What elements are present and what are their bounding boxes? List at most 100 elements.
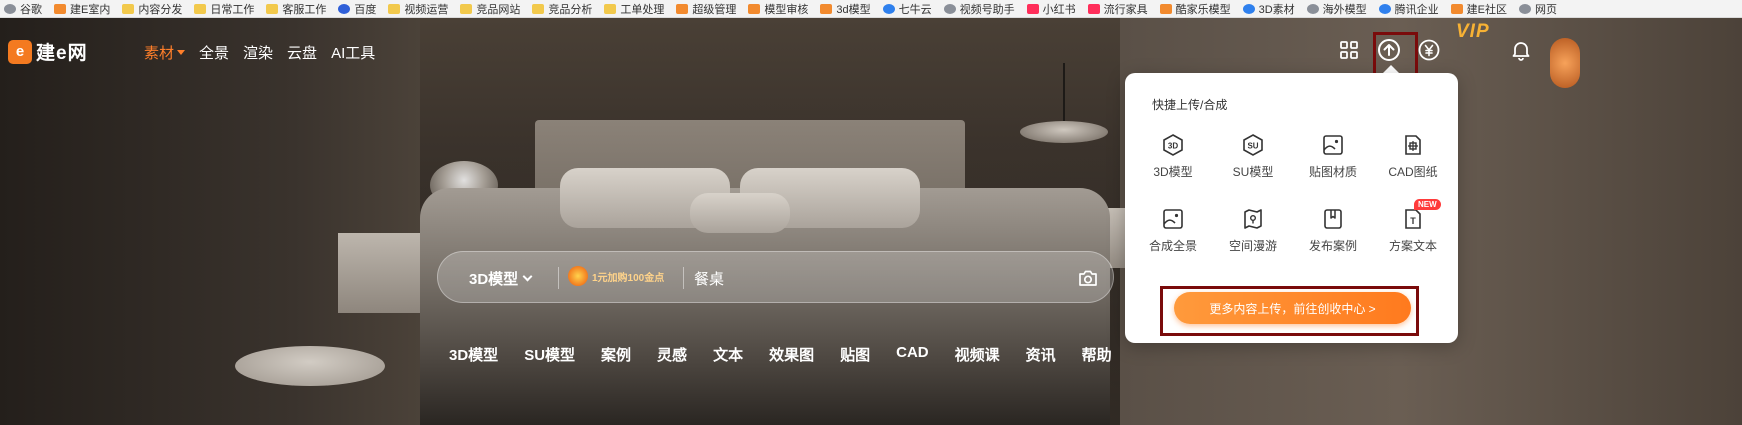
- search-type-select[interactable]: 3D模型: [469, 268, 533, 289]
- nav-link-label: 素材: [144, 45, 175, 62]
- baidu-icon: [338, 3, 351, 14]
- bookmark-item[interactable]: 客服工作: [262, 0, 334, 17]
- bookmark-item[interactable]: 网页: [1515, 0, 1565, 17]
- jiane-icon: [1450, 3, 1463, 14]
- bookmark-label: 小红书: [1042, 3, 1076, 16]
- bookmark-item[interactable]: 建E室内: [50, 0, 118, 17]
- cloud-icon: [882, 3, 895, 14]
- bookmark-item[interactable]: 内容分发: [118, 0, 190, 17]
- upload-option[interactable]: 合成全景: [1133, 207, 1213, 254]
- chevron-down-icon: [522, 271, 533, 282]
- upload-option-label: SU模型: [1232, 165, 1274, 179]
- camera-icon[interactable]: [1078, 269, 1098, 287]
- bookmark-item[interactable]: 七牛云: [879, 0, 940, 17]
- upload-option-label: 发布案例: [1308, 239, 1357, 253]
- nav-link-panorama[interactable]: 全景: [199, 42, 229, 63]
- bookmark-label: 竞品分析: [548, 3, 593, 16]
- bookmark-item[interactable]: 小红书: [1023, 0, 1084, 17]
- upload-option[interactable]: 空间漫游: [1213, 207, 1293, 254]
- globe-icon: [1306, 3, 1319, 14]
- bookmark-item[interactable]: 竞品网站: [456, 0, 528, 17]
- category-nav: 3D模型 SU模型 案例 灵感 文本 效果图 贴图 CAD 视频课 资讯 帮助: [449, 344, 1138, 365]
- bookmark-item[interactable]: 视频号助手: [940, 0, 1023, 17]
- bookmark-item[interactable]: 3d模型: [816, 0, 878, 17]
- bookmark-item[interactable]: 日常工作: [190, 0, 262, 17]
- bookmark-label: 视频号助手: [959, 3, 1015, 16]
- category-link[interactable]: CAD: [896, 344, 929, 365]
- nav-link-render[interactable]: 渲染: [243, 42, 273, 63]
- jiane-icon: [676, 3, 689, 14]
- globe-icon: [1519, 3, 1531, 14]
- upload-option[interactable]: 贴图材质: [1293, 133, 1373, 180]
- upload-option[interactable]: T 方案文本: [1373, 207, 1453, 254]
- bookmark-label: 百度: [354, 3, 377, 16]
- folder-icon: [604, 3, 617, 14]
- caret-down-icon: [177, 50, 186, 55]
- upload-option-label: 合成全景: [1148, 239, 1197, 253]
- bookmark-item[interactable]: 酷家乐模型: [1156, 0, 1239, 17]
- globe-icon: [4, 3, 16, 14]
- category-link[interactable]: 资讯: [1026, 344, 1056, 365]
- bookmark-item[interactable]: 建E社区: [1447, 0, 1515, 17]
- category-link[interactable]: 帮助: [1082, 344, 1112, 365]
- search-divider-2: [683, 267, 684, 289]
- bookmark-item[interactable]: 百度: [334, 0, 384, 17]
- bookmark-item[interactable]: 工单处理: [600, 0, 672, 17]
- bookmark-item[interactable]: 竞品分析: [528, 0, 600, 17]
- category-link[interactable]: 贴图: [840, 344, 870, 365]
- category-link[interactable]: 3D模型: [449, 344, 498, 365]
- category-link[interactable]: SU模型: [524, 344, 575, 365]
- creator-center-button[interactable]: 更多内容上传，前往创收中心 >: [1174, 292, 1411, 324]
- folder-icon: [388, 3, 401, 14]
- bookmark-label: 网页: [1535, 3, 1557, 16]
- bookmark-item[interactable]: 模型审核: [744, 0, 816, 17]
- bookmark-item[interactable]: 3D素材: [1239, 0, 1303, 17]
- cloud-icon: [1378, 3, 1391, 14]
- bookmark-item[interactable]: 海外模型: [1303, 0, 1375, 17]
- site-logo[interactable]: e 建e网: [8, 38, 88, 65]
- pendant-lamp: [1020, 121, 1108, 143]
- promo-link[interactable]: 1元加购100金点: [568, 266, 664, 286]
- yuan-coin-icon[interactable]: [1417, 38, 1441, 62]
- category-link[interactable]: 案例: [601, 344, 631, 365]
- panel-title: 快捷上传/合成: [1152, 98, 1228, 112]
- nav-link-ai-tools[interactable]: AI工具: [331, 42, 375, 63]
- bookmark-label: 工单处理: [620, 3, 665, 16]
- apps-grid-icon[interactable]: [1337, 38, 1361, 62]
- category-link[interactable]: 灵感: [657, 344, 687, 365]
- upload-option[interactable]: 3D 3D模型: [1133, 133, 1213, 180]
- category-link[interactable]: 视频课: [955, 344, 1000, 365]
- category-link[interactable]: 效果图: [769, 344, 814, 365]
- vip-badge[interactable]: VIP: [1456, 21, 1490, 43]
- svg-text:3D: 3D: [1168, 142, 1178, 151]
- bookmark-item[interactable]: 腾讯企业: [1375, 0, 1447, 17]
- folder-icon: [194, 3, 207, 14]
- bookmark-label: 七牛云: [898, 3, 932, 16]
- logo-text: 建e网: [36, 43, 88, 64]
- bookmark-item[interactable]: 视频运营: [384, 0, 456, 17]
- folder-icon: [532, 3, 545, 14]
- bookmark-item[interactable]: 超级管理: [672, 0, 744, 17]
- upload-option[interactable]: SU SU模型: [1213, 133, 1293, 180]
- search-divider: [558, 267, 559, 289]
- nav-link-cloud[interactable]: 云盘: [287, 42, 317, 63]
- bookmark-item[interactable]: 谷歌: [0, 0, 50, 17]
- search-type-label: 3D模型: [469, 271, 519, 288]
- category-link[interactable]: 文本: [713, 344, 743, 365]
- bell-icon[interactable]: [1509, 38, 1533, 62]
- folder-icon: [266, 3, 279, 14]
- promo-badge-icon: [568, 266, 588, 286]
- bookmark-label: 客服工作: [282, 3, 327, 16]
- upload-option[interactable]: 发布案例: [1293, 207, 1373, 254]
- bookmark-label: 海外模型: [1322, 3, 1367, 16]
- cad-icon: [1401, 133, 1425, 157]
- bookmark-label: 3D素材: [1258, 3, 1295, 16]
- nav-link-materials[interactable]: 素材: [144, 42, 186, 63]
- bookmark-label: 内容分发: [138, 3, 183, 16]
- bookmark-item[interactable]: 流行家具: [1084, 0, 1156, 17]
- case-icon: [1321, 207, 1345, 231]
- space-tour-icon: [1241, 207, 1265, 231]
- svg-text:T: T: [1410, 216, 1416, 226]
- upload-option[interactable]: CAD图纸: [1373, 133, 1453, 180]
- search-input[interactable]: [694, 264, 1054, 292]
